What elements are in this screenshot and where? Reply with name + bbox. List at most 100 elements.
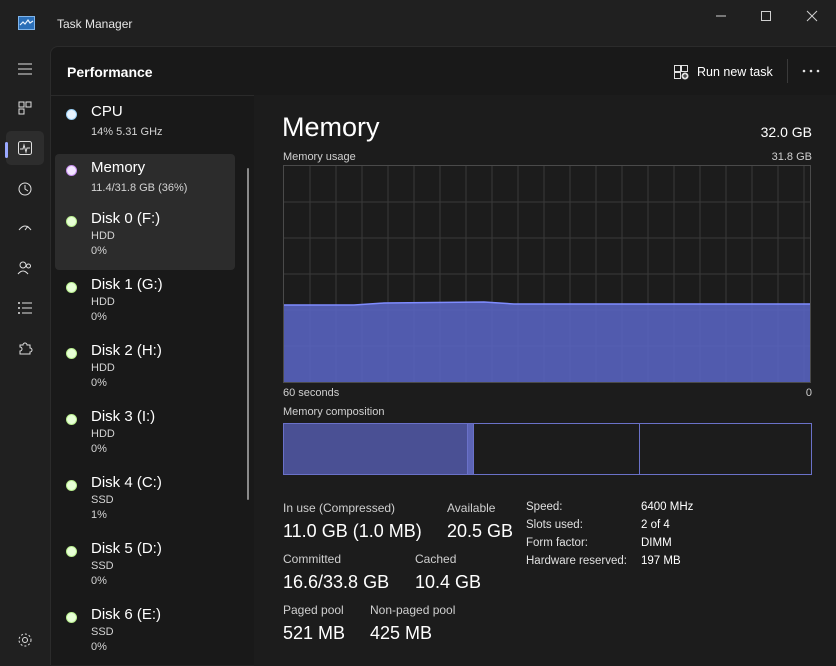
- item-name: Disk 4 (C:): [91, 474, 162, 491]
- speed-value: 6400 MHz: [641, 501, 694, 513]
- nav-details[interactable]: [6, 291, 44, 325]
- nav-services[interactable]: [6, 331, 44, 365]
- composition-divider: [639, 424, 640, 474]
- speed-label: Speed:: [526, 501, 563, 513]
- processes-icon: [18, 101, 32, 115]
- list-item-disk5[interactable]: Disk 5 (D:) SSD 0%: [55, 535, 235, 597]
- list-item-disk4[interactable]: Disk 4 (C:) SSD 1%: [55, 469, 235, 531]
- task-manager-icon: [18, 16, 35, 30]
- nav-performance[interactable]: [6, 131, 44, 165]
- paged-pool-label: Paged pool: [283, 603, 344, 617]
- item-name: Memory: [91, 159, 146, 176]
- item-type: SSD: [91, 494, 114, 506]
- item-type: SSD: [91, 626, 114, 638]
- memory-detail-pane: Memory 32.0 GB Memory usage 31.8 GB 60 s…: [254, 95, 836, 666]
- memory-usage-chart: [284, 166, 810, 382]
- hamburger-menu-button[interactable]: [6, 52, 44, 86]
- hamburger-icon: [18, 63, 32, 75]
- list-item-disk3[interactable]: Disk 3 (I:) HDD 0%: [55, 403, 235, 465]
- item-type: HDD: [91, 428, 115, 440]
- item-name: CPU: [91, 103, 123, 120]
- run-new-task-button[interactable]: Run new task: [673, 62, 773, 82]
- item-usage: 0%: [91, 311, 107, 323]
- run-new-task-label: Run new task: [697, 65, 773, 79]
- item-name: Disk 6 (E:): [91, 606, 162, 623]
- settings-icon: [18, 633, 32, 647]
- committed-label: Committed: [283, 552, 342, 566]
- window-title: Task Manager: [57, 17, 133, 31]
- item-usage: 0%: [91, 443, 107, 455]
- graph-time-left: 60 seconds: [283, 387, 340, 399]
- item-type: HDD: [91, 296, 115, 308]
- cpu-status-dot: [66, 109, 77, 120]
- list-item-disk6[interactable]: Disk 6 (E:) SSD 0%: [55, 601, 235, 663]
- list-item-disk2[interactable]: Disk 2 (H:) HDD 0%: [55, 337, 235, 399]
- item-name: Disk 2 (H:): [91, 342, 162, 359]
- paged-pool-value: 521 MB: [283, 623, 346, 643]
- nav-rail: [0, 46, 50, 665]
- run-task-icon: [674, 65, 689, 80]
- in-use-label: In use (Compressed): [283, 501, 396, 515]
- list-scrollbar[interactable]: [247, 168, 249, 500]
- header-separator: [787, 59, 788, 83]
- composition-label: Memory composition: [283, 406, 385, 418]
- minimize-icon[interactable]: [710, 8, 732, 24]
- hardware-reserved-label: Hardware reserved:: [526, 555, 627, 567]
- graph-time-right: 0: [805, 387, 812, 399]
- item-name: Disk 0 (F:): [91, 210, 161, 227]
- main-panel: Performance Run new task CPU 14% 5.31 GH…: [50, 46, 836, 666]
- form-factor-value: DIMM: [641, 537, 672, 549]
- slots-value: 2 of 4: [641, 519, 670, 531]
- item-name: Disk 3 (I:): [91, 408, 156, 425]
- item-type: HDD: [91, 230, 115, 242]
- nav-settings[interactable]: [6, 623, 44, 657]
- list-item-disk0[interactable]: Disk 0 (F:) HDD 0%: [55, 205, 235, 267]
- total-memory: 32.0 GB: [760, 124, 812, 140]
- item-detail: 14% 5.31 GHz: [91, 126, 163, 138]
- disk-status-dot: [66, 546, 77, 557]
- close-icon[interactable]: [801, 8, 823, 24]
- maximize-icon[interactable]: [755, 8, 777, 24]
- item-usage: 0%: [91, 245, 107, 257]
- disk-status-dot: [66, 216, 77, 227]
- item-usage: 1%: [91, 509, 107, 521]
- item-usage: 0%: [91, 377, 107, 389]
- users-icon: [17, 261, 31, 275]
- item-usage: 0%: [91, 641, 107, 653]
- form-factor-label: Form factor:: [526, 537, 588, 549]
- nav-startup-apps[interactable]: [6, 211, 44, 245]
- item-type: SSD: [91, 560, 114, 572]
- more-icon[interactable]: [799, 61, 823, 81]
- available-value: 20.5 GB: [447, 521, 514, 541]
- nav-selection-indicator: [5, 142, 8, 158]
- composition-modified: [467, 424, 474, 474]
- disk-status-dot: [66, 348, 77, 359]
- item-type: HDD: [91, 362, 115, 374]
- cached-value: 10.4 GB: [415, 572, 482, 592]
- title-bar: Task Manager: [0, 0, 836, 46]
- memory-status-dot: [66, 165, 77, 176]
- list-item-disk1[interactable]: Disk 1 (G:) HDD 0%: [55, 271, 235, 333]
- committed-value: 16.6/33.8 GB: [283, 572, 390, 592]
- composition-in-use: [284, 424, 467, 474]
- memory-composition-bar: [283, 423, 812, 475]
- details-icon: [18, 302, 32, 314]
- hardware-reserved-value: 197 MB: [641, 555, 681, 567]
- nav-app-history[interactable]: [6, 172, 44, 206]
- nonpaged-pool-label: Non-paged pool: [370, 603, 456, 617]
- page-header: Performance Run new task: [51, 47, 836, 96]
- page-title: Performance: [67, 64, 153, 80]
- usage-graph-label: Memory usage: [283, 151, 356, 163]
- app-history-icon: [18, 182, 32, 196]
- usage-area: [284, 302, 810, 382]
- startup-apps-icon: [18, 225, 32, 231]
- nav-processes[interactable]: [6, 91, 44, 125]
- device-list: CPU 14% 5.31 GHz Memory 11.4/31.8 GB (36…: [51, 95, 251, 666]
- item-usage: 0%: [91, 575, 107, 587]
- disk-status-dot: [66, 612, 77, 623]
- available-label: Available: [447, 501, 496, 515]
- nav-users[interactable]: [6, 251, 44, 285]
- in-use-value: 11.0 GB (1.0 MB): [283, 521, 422, 541]
- usage-line: [284, 301, 810, 306]
- list-item-cpu[interactable]: CPU 14% 5.31 GHz: [55, 98, 235, 160]
